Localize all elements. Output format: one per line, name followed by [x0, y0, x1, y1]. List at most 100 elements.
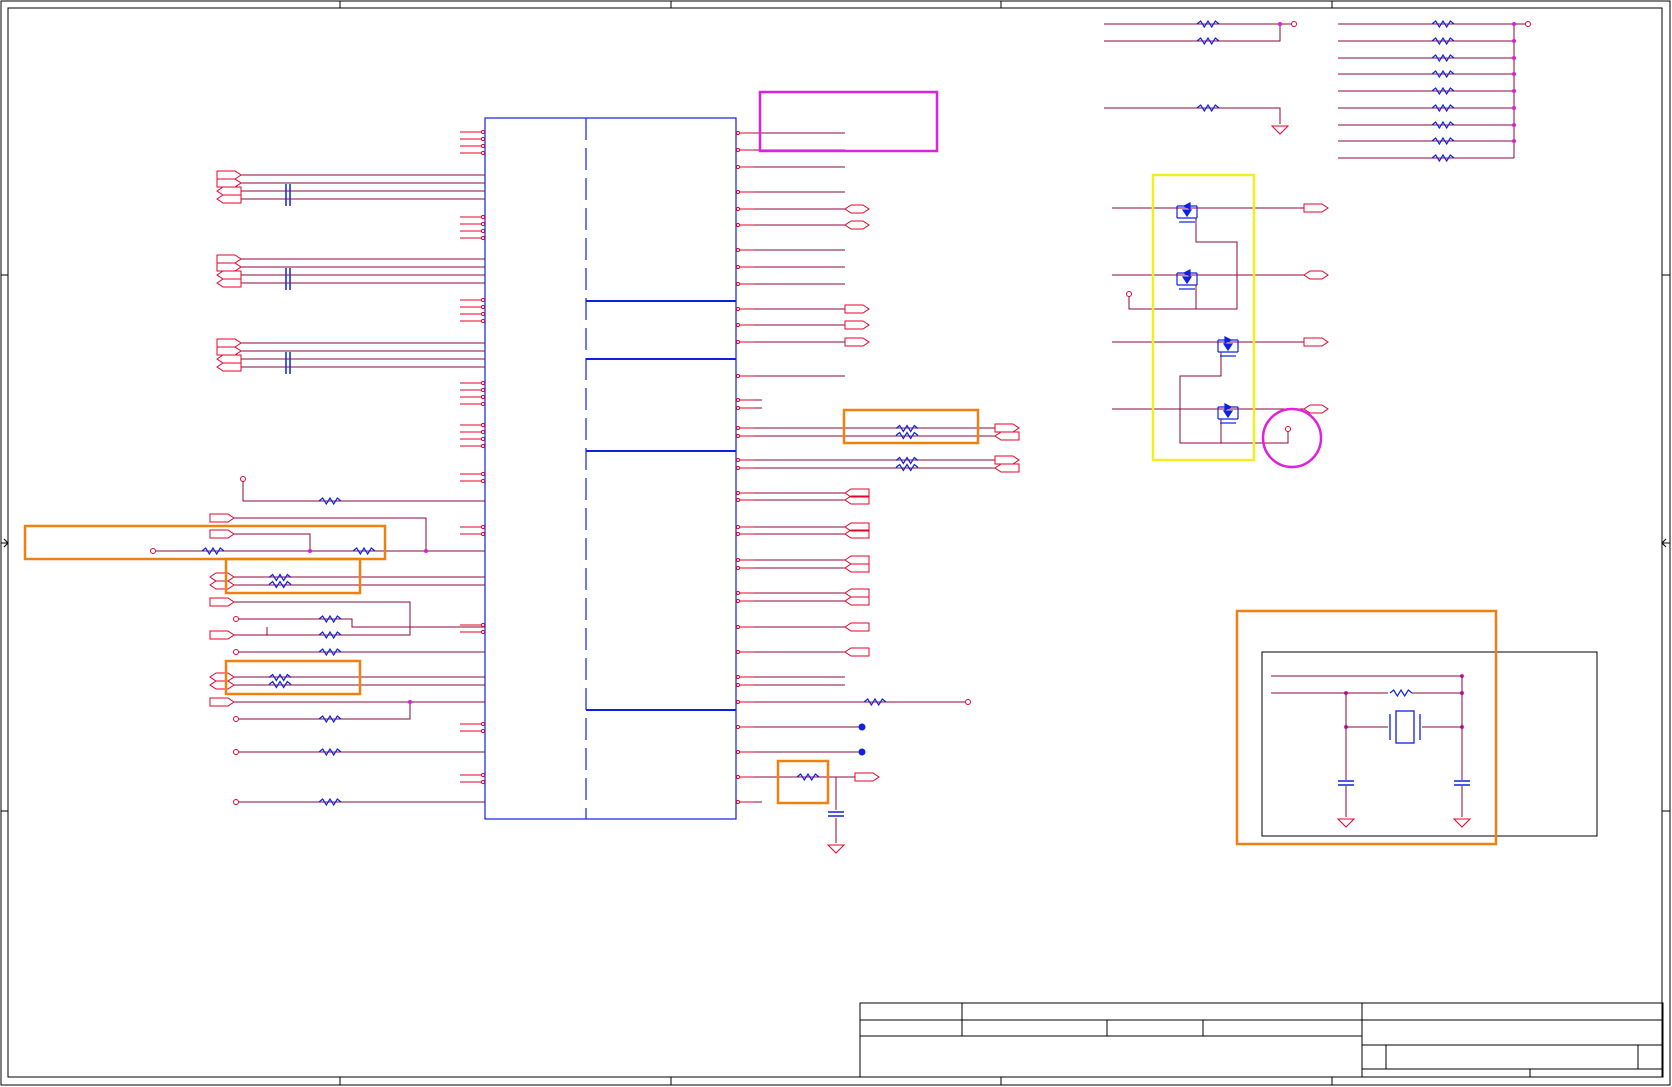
net-port [209, 580, 235, 590]
pin-end [480, 228, 486, 234]
ground-symbol [826, 844, 846, 854]
wire [1104, 24, 1281, 42]
junction-dot [308, 549, 312, 553]
wire [242, 481, 485, 502]
pin-end [480, 129, 486, 135]
net-port [844, 596, 870, 606]
ground-symbol [1270, 125, 1290, 135]
net-port [216, 278, 242, 288]
highlight-box-orange-3 [224, 557, 362, 595]
pin-end [480, 394, 486, 400]
test-point [1525, 21, 1531, 27]
pin-end [735, 799, 741, 805]
net-port [994, 423, 1020, 433]
net-port [1303, 270, 1329, 280]
pin-end [480, 143, 486, 149]
wire [1179, 352, 1222, 444]
crystal-oscillator-block [1261, 651, 1598, 837]
net-port [216, 254, 242, 264]
schematic-canvas [0, 0, 1671, 1086]
sheet-border [0, 0, 1671, 1086]
wire [1128, 296, 1196, 310]
wire [234, 533, 311, 551]
pin-end [480, 629, 486, 635]
ground-symbol [1336, 818, 1356, 828]
pin-end [480, 297, 486, 303]
net-port [854, 772, 880, 782]
pin-end [480, 429, 486, 435]
net-port [209, 572, 235, 582]
pin-end [480, 380, 486, 386]
test-point [965, 699, 971, 705]
junction-dot [858, 723, 866, 731]
net-port [209, 630, 235, 640]
pin-end [735, 531, 741, 537]
mosfet [1176, 269, 1198, 290]
net-port [994, 463, 1020, 473]
net-port [844, 563, 870, 573]
pin-end [735, 674, 741, 680]
net-port [209, 597, 235, 607]
pin-end [480, 721, 486, 727]
junction-dot [1512, 89, 1516, 93]
wire [1195, 218, 1238, 310]
test-point [1285, 426, 1291, 432]
ground-symbol [1452, 818, 1472, 828]
capacitor [1338, 780, 1354, 786]
pin-end [480, 779, 486, 785]
junction-dot [858, 748, 866, 756]
pin-end [480, 311, 486, 317]
junction-dot [1512, 139, 1516, 143]
net-port [216, 262, 242, 272]
net-port [216, 178, 242, 188]
mosfet-array [1176, 202, 1239, 424]
pin-end [735, 373, 741, 379]
pin-end [735, 189, 741, 195]
resistor [1389, 688, 1413, 698]
net-port [216, 346, 242, 356]
pin-end [735, 557, 741, 563]
net-port [209, 672, 235, 682]
capacitor [285, 352, 291, 374]
pin-end [735, 624, 741, 630]
capacitor [828, 811, 844, 817]
net-port [1303, 203, 1329, 213]
net-port [844, 304, 870, 314]
capacitor [285, 184, 291, 206]
pin-end [735, 130, 741, 136]
test-point [233, 616, 239, 622]
capacitor [285, 268, 291, 290]
pin-end [735, 147, 741, 153]
net-ports [209, 170, 1329, 782]
wire [1104, 107, 1281, 124]
pin-end [480, 772, 486, 778]
pin-end [735, 405, 741, 411]
components [150, 19, 1531, 854]
pin-end [735, 590, 741, 596]
pin-end [735, 598, 741, 604]
pin-end [735, 457, 741, 463]
net-port [844, 337, 870, 347]
title-block [859, 1002, 1664, 1078]
highlight-box-yellow [1151, 173, 1256, 462]
net-port [844, 647, 870, 657]
pin-end [735, 490, 741, 496]
junction-dot [1512, 39, 1516, 43]
wire [238, 618, 485, 628]
crystal-oscillator [1389, 710, 1421, 744]
highlight-box-orange-2 [23, 524, 387, 561]
net-port [844, 588, 870, 598]
pin-end [480, 150, 486, 156]
net-port [216, 354, 242, 364]
test-point [233, 749, 239, 755]
capacitor [1454, 780, 1470, 786]
net-port [844, 622, 870, 632]
pin-end [735, 724, 741, 730]
net-port [844, 204, 870, 214]
pin-end [480, 214, 486, 220]
pin-end [735, 397, 741, 403]
pin-end [735, 206, 741, 212]
net-port [844, 555, 870, 565]
net-port [844, 220, 870, 230]
pin-end [735, 497, 741, 503]
